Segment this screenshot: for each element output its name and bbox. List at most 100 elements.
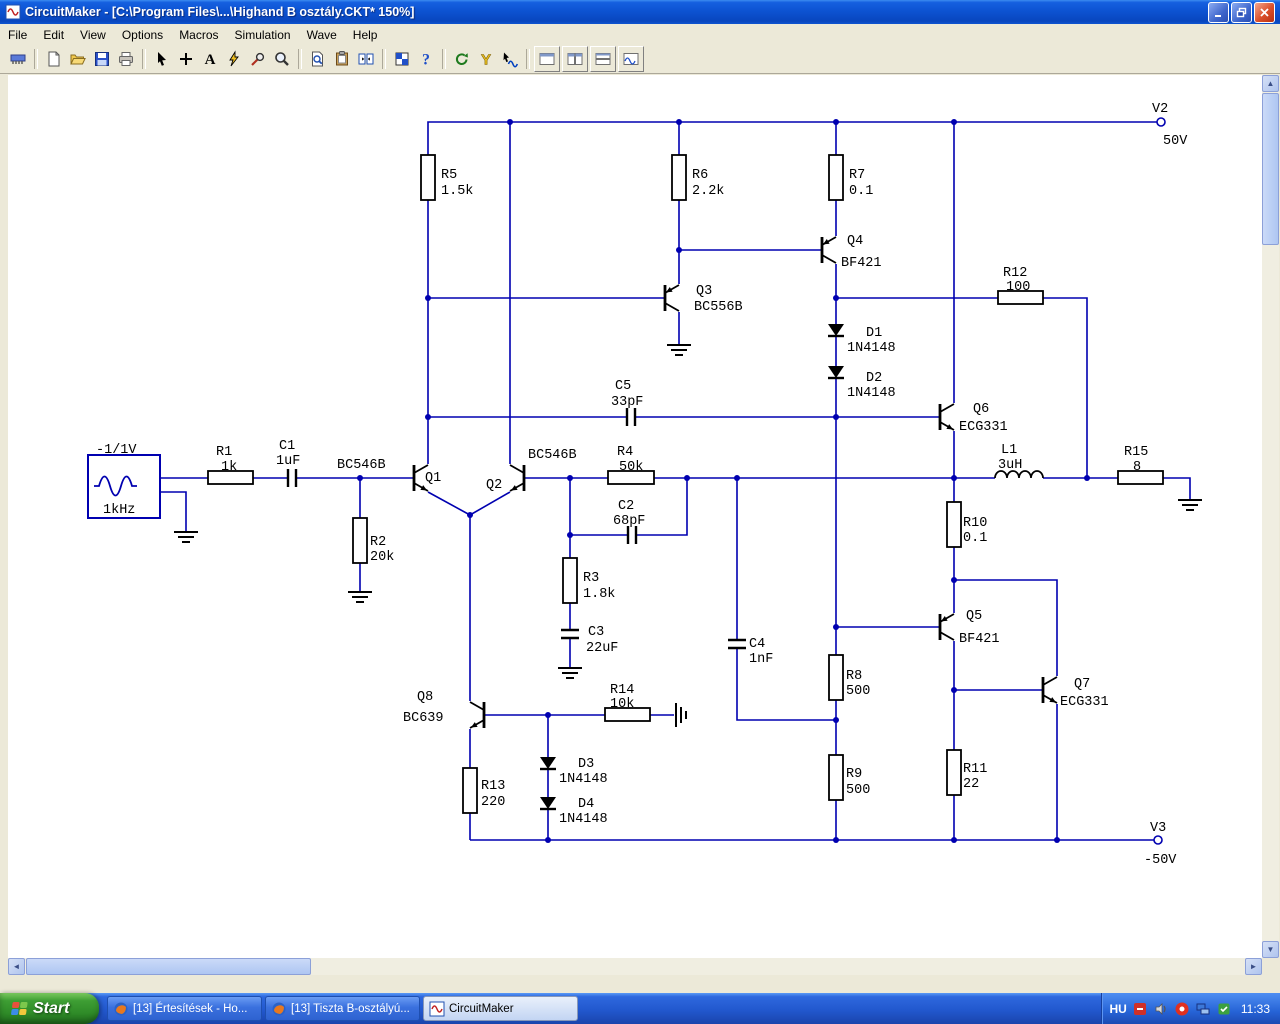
horizontal-scrollbar[interactable]: ◄ ► bbox=[8, 958, 1262, 975]
taskbar-item-browser-1[interactable]: [13] Értesítések - Ho... bbox=[107, 996, 262, 1021]
status-strip bbox=[0, 975, 1280, 993]
capacitor-C5[interactable] bbox=[625, 408, 637, 426]
scroll-right-button[interactable]: ► bbox=[1245, 958, 1262, 975]
restore-button[interactable] bbox=[1231, 1, 1252, 23]
menu-wave[interactable]: Wave bbox=[299, 26, 345, 44]
wires[interactable] bbox=[160, 121, 1191, 841]
taskbar-item-circuitmaker[interactable]: CircuitMaker bbox=[423, 996, 578, 1021]
transistor-Q7[interactable] bbox=[1041, 675, 1059, 705]
board-copy-icon[interactable] bbox=[330, 47, 354, 71]
vertical-scrollbar[interactable]: ▲ ▼ bbox=[1262, 75, 1279, 958]
ground-symbol[interactable] bbox=[173, 531, 199, 543]
digital-grid-icon[interactable] bbox=[390, 47, 414, 71]
close-button[interactable] bbox=[1254, 1, 1275, 23]
probe-y-icon[interactable]: Y bbox=[474, 47, 498, 71]
ground-symbol[interactable] bbox=[347, 591, 373, 603]
menu-edit[interactable]: Edit bbox=[35, 26, 72, 44]
rotate-icon[interactable] bbox=[450, 47, 474, 71]
cursor-icon[interactable] bbox=[150, 47, 174, 71]
tray-green-icon[interactable] bbox=[1216, 1001, 1232, 1017]
scope-window-icon-4[interactable] bbox=[618, 46, 644, 72]
diode-D4[interactable] bbox=[540, 797, 556, 811]
scope-window-icon-1[interactable] bbox=[534, 46, 560, 72]
svg-text:1N4148: 1N4148 bbox=[847, 341, 896, 356]
resistor-R7[interactable] bbox=[828, 154, 844, 201]
terminal-V2[interactable] bbox=[1156, 117, 1166, 127]
scroll-up-button[interactable]: ▲ bbox=[1262, 75, 1279, 92]
open-folder-icon[interactable] bbox=[66, 47, 90, 71]
resistor-R2[interactable] bbox=[352, 517, 368, 564]
svg-text:R4: R4 bbox=[617, 445, 633, 460]
save-icon[interactable] bbox=[90, 47, 114, 71]
transistor-Q6[interactable] bbox=[938, 402, 956, 432]
terminal-V3[interactable] bbox=[1153, 835, 1163, 845]
svg-text:C5: C5 bbox=[615, 379, 631, 394]
socket-icon[interactable] bbox=[6, 47, 30, 71]
diode-D3[interactable] bbox=[540, 757, 556, 771]
menu-macros[interactable]: Macros bbox=[171, 26, 226, 44]
resistor-R6[interactable] bbox=[671, 154, 687, 201]
wire-tool-icon[interactable] bbox=[174, 47, 198, 71]
resistor-R13[interactable] bbox=[462, 767, 478, 814]
transistor-Q4[interactable] bbox=[820, 235, 838, 265]
minimize-button[interactable] bbox=[1208, 1, 1229, 23]
svg-text:R2: R2 bbox=[370, 535, 386, 550]
resistor-R11[interactable] bbox=[946, 749, 962, 796]
print-icon[interactable] bbox=[114, 47, 138, 71]
capacitor-C4[interactable] bbox=[728, 638, 746, 650]
taskbar-clock[interactable]: 11:33 bbox=[1241, 1002, 1270, 1016]
title-bar[interactable]: CircuitMaker - [C:\Program Files\...\Hig… bbox=[0, 0, 1280, 24]
transistor-Q2[interactable] bbox=[508, 463, 526, 493]
text-tool-icon[interactable]: A bbox=[198, 47, 222, 71]
probe-tool-icon[interactable] bbox=[246, 47, 270, 71]
transistor-Q5[interactable] bbox=[938, 612, 956, 642]
tray-alert-icon[interactable] bbox=[1174, 1001, 1190, 1017]
schematic-canvas[interactable]: V2 50V V3 -50V -1/1V 1kHz R5 1.5k R6 2.2k … bbox=[8, 75, 1262, 958]
run-probe-icon[interactable] bbox=[498, 47, 522, 71]
browser-icon bbox=[114, 1002, 128, 1015]
diode-D2[interactable] bbox=[828, 366, 844, 380]
diode-D1[interactable] bbox=[828, 324, 844, 338]
capacitor-C1[interactable] bbox=[286, 469, 298, 487]
tray-red-icon[interactable] bbox=[1132, 1001, 1148, 1017]
scroll-left-button[interactable]: ◄ bbox=[8, 958, 25, 975]
transistor-Q3[interactable] bbox=[663, 283, 681, 313]
help-icon[interactable]: ? bbox=[414, 47, 438, 71]
tray-volume-icon[interactable] bbox=[1153, 1001, 1169, 1017]
svg-text:1N4148: 1N4148 bbox=[559, 772, 608, 787]
zoom-tool-icon[interactable] bbox=[270, 47, 294, 71]
transistor-Q8[interactable] bbox=[468, 700, 486, 730]
ground-symbol[interactable] bbox=[675, 702, 687, 728]
scope-window-icon-2[interactable] bbox=[562, 46, 588, 72]
scroll-down-button[interactable]: ▼ bbox=[1262, 941, 1279, 958]
resistor-R8[interactable] bbox=[828, 654, 844, 701]
resistor-R9[interactable] bbox=[828, 754, 844, 801]
menu-view[interactable]: View bbox=[72, 26, 114, 44]
language-indicator[interactable]: HU bbox=[1110, 1002, 1127, 1016]
capacitor-C3[interactable] bbox=[561, 628, 579, 640]
split-view-icon[interactable] bbox=[354, 47, 378, 71]
vertical-scroll-thumb[interactable] bbox=[1262, 93, 1279, 245]
start-button[interactable]: Start bbox=[0, 993, 99, 1024]
menu-file[interactable]: File bbox=[0, 26, 35, 44]
resistor-R10[interactable] bbox=[946, 501, 962, 548]
tray-network-icon[interactable] bbox=[1195, 1001, 1211, 1017]
menu-help[interactable]: Help bbox=[345, 26, 386, 44]
ground-symbol[interactable] bbox=[1177, 499, 1203, 511]
delete-zap-icon[interactable] bbox=[222, 47, 246, 71]
app-icon bbox=[5, 4, 21, 20]
scope-window-icon-3[interactable] bbox=[590, 46, 616, 72]
ground-symbol[interactable] bbox=[557, 667, 583, 679]
component-labels[interactable]: V2 50V V3 -50V -1/1V 1kHz R51.5k R62.2k … bbox=[96, 102, 1188, 868]
resistor-R3[interactable] bbox=[562, 557, 578, 604]
svg-text:D3: D3 bbox=[578, 757, 594, 772]
menu-options[interactable]: Options bbox=[114, 26, 171, 44]
resistor-R5[interactable] bbox=[420, 154, 436, 201]
new-document-icon[interactable] bbox=[42, 47, 66, 71]
toolbar-separator bbox=[382, 49, 386, 69]
horizontal-scroll-thumb[interactable] bbox=[26, 958, 311, 975]
ground-symbol[interactable] bbox=[666, 344, 692, 356]
zoom-page-icon[interactable] bbox=[306, 47, 330, 71]
menu-simulation[interactable]: Simulation bbox=[227, 26, 299, 44]
taskbar-item-browser-2[interactable]: [13] Tiszta B-osztályú... bbox=[265, 996, 420, 1021]
